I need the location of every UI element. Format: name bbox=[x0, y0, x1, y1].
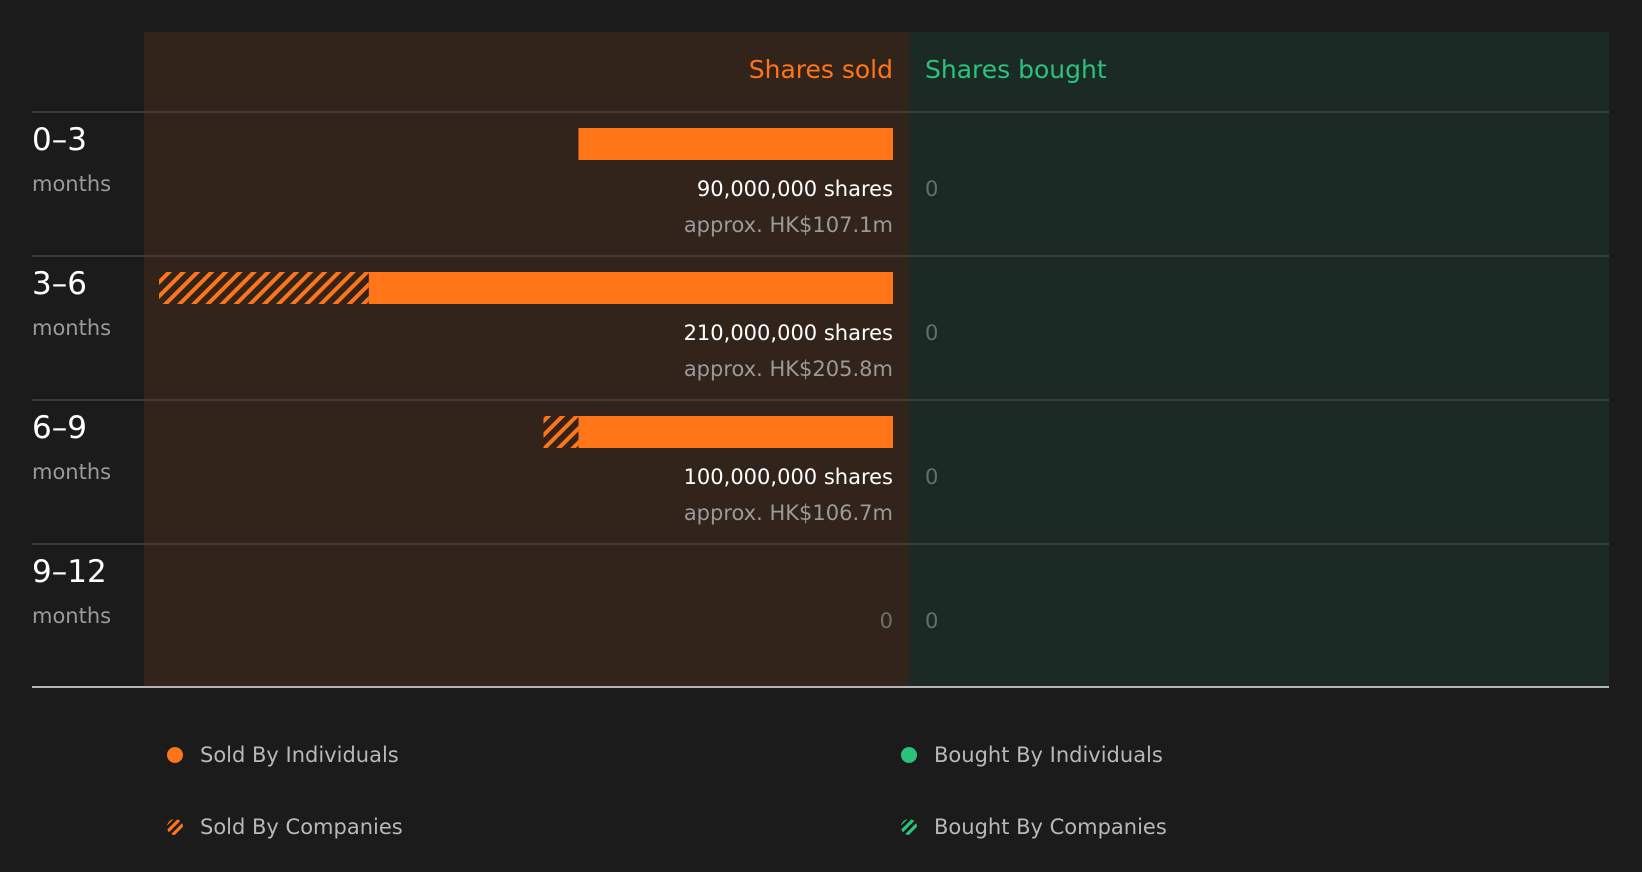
sold-header: Shares sold bbox=[749, 55, 893, 84]
bought-shares-label: 0 bbox=[925, 177, 938, 201]
period-label: 6–9 bbox=[32, 410, 87, 446]
legend-sold-individuals: Sold By Individuals bbox=[167, 743, 399, 767]
period-label: 3–6 bbox=[32, 266, 87, 302]
bought-header: Shares bought bbox=[925, 55, 1107, 84]
legend-bought-individuals: Bought By Individuals bbox=[901, 743, 1163, 767]
sold-individuals-swatch-icon bbox=[167, 747, 183, 763]
legend-label: Sold By Individuals bbox=[200, 743, 399, 767]
bought-shares-label: 0 bbox=[925, 465, 938, 489]
sold-value-label: approx. HK$107.1m bbox=[684, 213, 893, 237]
insider-trading-chart: Shares sold Shares bought 0–3 months 90,00… bbox=[32, 32, 1609, 688]
sold-companies-swatch-icon bbox=[167, 819, 183, 835]
sold-individuals-bar bbox=[368, 272, 893, 304]
sold-shares-label: 210,000,000 shares bbox=[684, 321, 893, 345]
period-label: 0–3 bbox=[32, 122, 87, 158]
legend-sold-companies: Sold By Companies bbox=[167, 815, 403, 839]
sold-individuals-bar bbox=[578, 416, 893, 448]
sold-value-label: approx. HK$106.7m bbox=[684, 501, 893, 525]
bought-individuals-swatch-icon bbox=[901, 747, 917, 763]
period-unit: months bbox=[32, 316, 111, 340]
period-unit: months bbox=[32, 460, 111, 484]
sold-value-label: approx. HK$205.8m bbox=[684, 357, 893, 381]
period-unit: months bbox=[32, 604, 111, 628]
bought-panel bbox=[909, 32, 1609, 686]
bought-shares-label: 0 bbox=[925, 609, 938, 633]
sold-companies-bar bbox=[543, 416, 579, 448]
period-label: 9–12 bbox=[32, 554, 107, 590]
legend-label: Bought By Companies bbox=[934, 815, 1167, 839]
period-unit: months bbox=[32, 172, 111, 196]
sold-shares-label: 0 bbox=[880, 609, 893, 633]
sold-shares-label: 90,000,000 shares bbox=[697, 177, 893, 201]
legend-label: Bought By Individuals bbox=[934, 743, 1163, 767]
sold-companies-bar bbox=[159, 272, 369, 304]
bought-companies-swatch-icon bbox=[901, 819, 917, 835]
bought-shares-label: 0 bbox=[925, 321, 938, 345]
legend-bought-companies: Bought By Companies bbox=[901, 815, 1167, 839]
sold-individuals-bar bbox=[578, 128, 893, 160]
sold-shares-label: 100,000,000 shares bbox=[684, 465, 893, 489]
legend-label: Sold By Companies bbox=[200, 815, 403, 839]
